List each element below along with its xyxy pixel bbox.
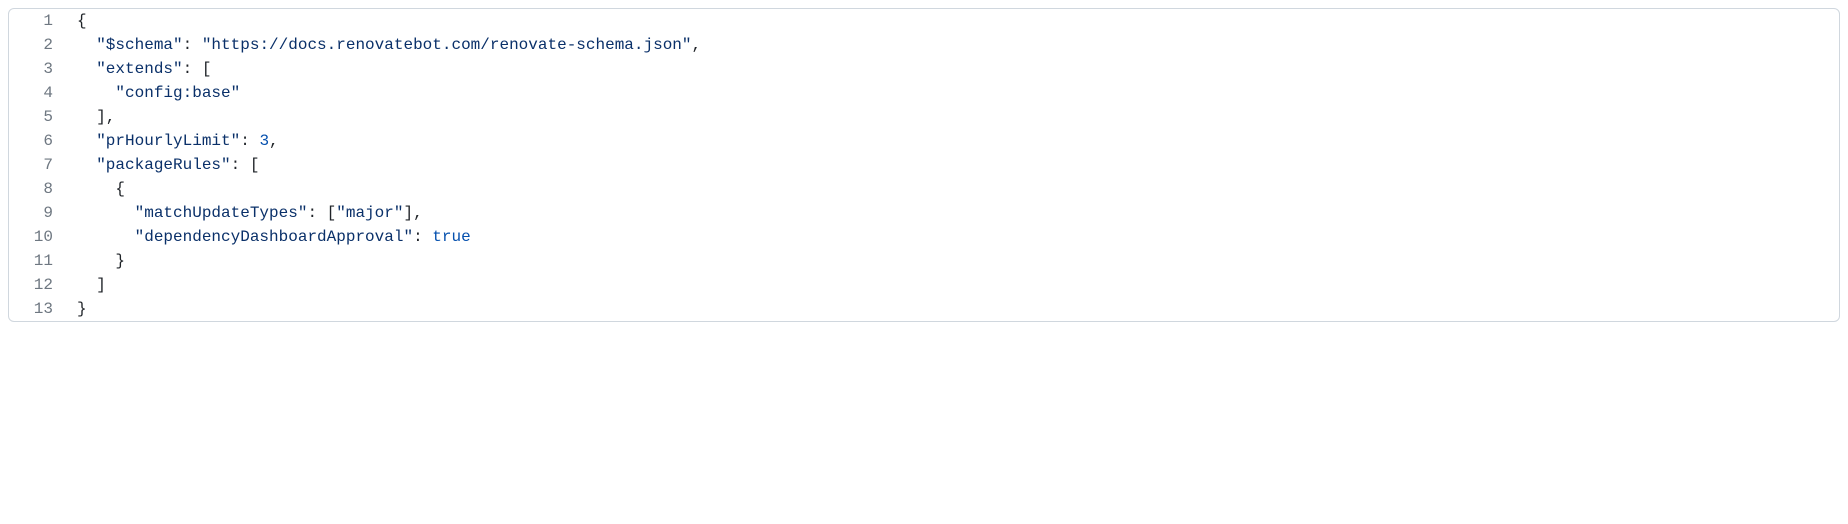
code-token bbox=[77, 204, 135, 222]
line-content[interactable]: "packageRules": [ bbox=[69, 153, 1839, 177]
line-number[interactable]: 6 bbox=[9, 129, 69, 153]
code-token: "matchUpdateTypes" bbox=[135, 204, 308, 222]
code-line: 9 "matchUpdateTypes": ["major"], bbox=[9, 201, 1839, 225]
line-content[interactable]: "extends": [ bbox=[69, 57, 1839, 81]
line-number[interactable]: 7 bbox=[9, 153, 69, 177]
code-line: 6 "prHourlyLimit": 3, bbox=[9, 129, 1839, 153]
line-number[interactable]: 2 bbox=[9, 33, 69, 57]
code-table: 1{2 "$schema": "https://docs.renovatebot… bbox=[9, 9, 1839, 321]
code-token: : bbox=[413, 228, 432, 246]
code-token: : bbox=[240, 132, 259, 150]
code-token: { bbox=[77, 12, 87, 30]
code-token: : bbox=[183, 36, 202, 54]
code-token bbox=[77, 84, 115, 102]
code-line: 7 "packageRules": [ bbox=[9, 153, 1839, 177]
code-token: "config:base" bbox=[115, 84, 240, 102]
code-token: ] bbox=[77, 276, 106, 294]
line-number[interactable]: 5 bbox=[9, 105, 69, 129]
code-line: 4 "config:base" bbox=[9, 81, 1839, 105]
line-number[interactable]: 3 bbox=[9, 57, 69, 81]
code-token: "$schema" bbox=[96, 36, 182, 54]
line-content[interactable]: "$schema": "https://docs.renovatebot.com… bbox=[69, 33, 1839, 57]
code-token: , bbox=[692, 36, 702, 54]
line-number[interactable]: 12 bbox=[9, 273, 69, 297]
code-token: "extends" bbox=[96, 60, 182, 78]
code-line: 13} bbox=[9, 297, 1839, 321]
line-number[interactable]: 10 bbox=[9, 225, 69, 249]
line-number[interactable]: 9 bbox=[9, 201, 69, 225]
line-content[interactable]: "dependencyDashboardApproval": true bbox=[69, 225, 1839, 249]
line-content[interactable]: ] bbox=[69, 273, 1839, 297]
line-number[interactable]: 13 bbox=[9, 297, 69, 321]
code-token bbox=[77, 132, 96, 150]
code-token bbox=[77, 60, 96, 78]
code-token: : [ bbox=[307, 204, 336, 222]
code-token: { bbox=[77, 180, 125, 198]
code-token: "packageRules" bbox=[96, 156, 230, 174]
code-token: "major" bbox=[336, 204, 403, 222]
code-token: , bbox=[269, 132, 279, 150]
code-token: : [ bbox=[231, 156, 260, 174]
line-content[interactable]: { bbox=[69, 9, 1839, 33]
code-token bbox=[77, 156, 96, 174]
code-token: 3 bbox=[259, 132, 269, 150]
code-token: "prHourlyLimit" bbox=[96, 132, 240, 150]
code-line: 5 ], bbox=[9, 105, 1839, 129]
line-number[interactable]: 1 bbox=[9, 9, 69, 33]
code-token: } bbox=[77, 300, 87, 318]
line-number[interactable]: 8 bbox=[9, 177, 69, 201]
code-token: ], bbox=[403, 204, 422, 222]
line-number[interactable]: 11 bbox=[9, 249, 69, 273]
code-line: 1{ bbox=[9, 9, 1839, 33]
code-line: 12 ] bbox=[9, 273, 1839, 297]
line-content[interactable]: "matchUpdateTypes": ["major"], bbox=[69, 201, 1839, 225]
line-content[interactable]: { bbox=[69, 177, 1839, 201]
code-token: ], bbox=[77, 108, 115, 126]
line-content[interactable]: "config:base" bbox=[69, 81, 1839, 105]
code-token: : [ bbox=[183, 60, 212, 78]
code-line: 2 "$schema": "https://docs.renovatebot.c… bbox=[9, 33, 1839, 57]
code-line: 10 "dependencyDashboardApproval": true bbox=[9, 225, 1839, 249]
code-line: 11 } bbox=[9, 249, 1839, 273]
line-content[interactable]: } bbox=[69, 297, 1839, 321]
code-token bbox=[77, 36, 96, 54]
code-token: } bbox=[77, 252, 125, 270]
line-content[interactable]: "prHourlyLimit": 3, bbox=[69, 129, 1839, 153]
line-content[interactable]: } bbox=[69, 249, 1839, 273]
code-token: "https://docs.renovatebot.com/renovate-s… bbox=[202, 36, 692, 54]
code-viewer: 1{2 "$schema": "https://docs.renovatebot… bbox=[8, 8, 1840, 322]
code-line: 8 { bbox=[9, 177, 1839, 201]
code-token bbox=[77, 228, 135, 246]
line-content[interactable]: ], bbox=[69, 105, 1839, 129]
code-token: "dependencyDashboardApproval" bbox=[135, 228, 413, 246]
line-number[interactable]: 4 bbox=[9, 81, 69, 105]
code-token: true bbox=[432, 228, 470, 246]
code-line: 3 "extends": [ bbox=[9, 57, 1839, 81]
